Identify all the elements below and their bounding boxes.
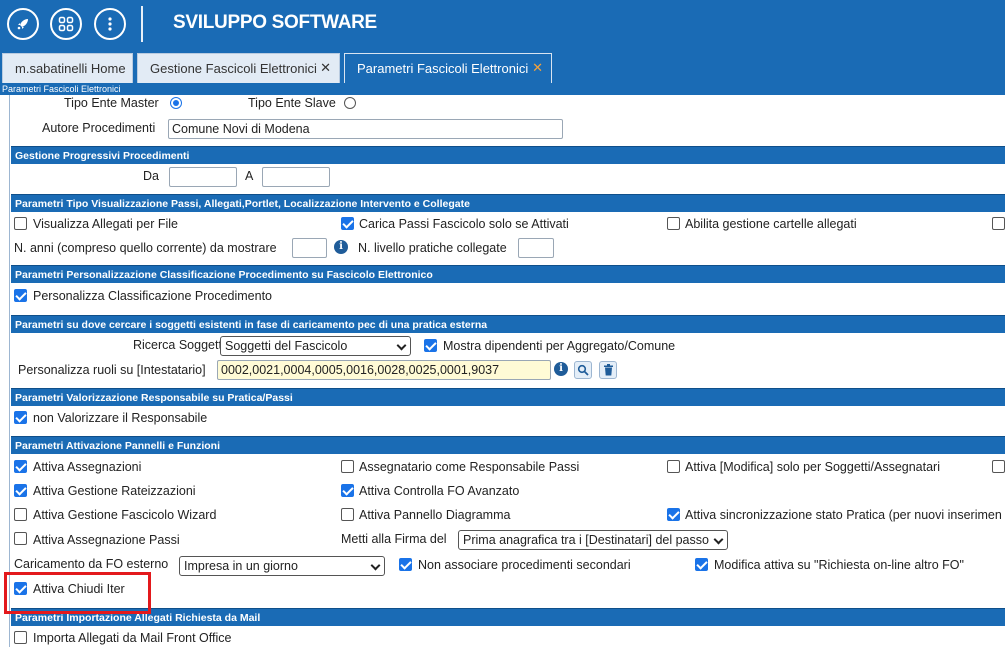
chevron-down-icon bbox=[713, 534, 724, 545]
assegnatario-responsabile-checkbox[interactable] bbox=[341, 460, 354, 473]
tab-home[interactable]: m.sabatinelli Home bbox=[2, 53, 133, 83]
modifica-richiesta-checkbox[interactable] bbox=[695, 558, 708, 571]
attiva-assegnazioni-label: Attiva Assegnazioni bbox=[33, 460, 142, 474]
autore-input[interactable]: Comune Novi di Modena bbox=[168, 119, 563, 139]
tipo-slave-label: Tipo Ente Slave bbox=[248, 96, 336, 110]
sincronizzazione-checkbox[interactable] bbox=[667, 508, 680, 521]
tab-label: m.sabatinelli Home bbox=[15, 61, 126, 76]
rocket-icon[interactable] bbox=[7, 8, 39, 40]
assegnazione-passi-checkbox[interactable] bbox=[14, 532, 27, 545]
tab-bar: m.sabatinelli Home Gestione Fascicoli El… bbox=[0, 48, 1005, 84]
apps-grid-icon[interactable] bbox=[50, 8, 82, 40]
close-icon[interactable]: ✕ bbox=[320, 60, 331, 76]
ruoli-label: Personalizza ruoli su [Intestatario] bbox=[18, 363, 206, 377]
content-border bbox=[9, 95, 10, 647]
pannello-diagramma-label: Attiva Pannello Diagramma bbox=[359, 508, 511, 522]
cartelle-allegati-label: Abilita gestione cartelle allegati bbox=[685, 217, 857, 231]
attiva-rateizzazioni-checkbox[interactable] bbox=[14, 484, 27, 497]
assegnazione-passi-label: Attiva Assegnazione Passi bbox=[33, 533, 180, 547]
da-input[interactable] bbox=[169, 167, 237, 187]
fascicolo-wizard-label: Attiva Gestione Fascicolo Wizard bbox=[33, 508, 217, 522]
controlla-fo-checkbox[interactable] bbox=[341, 484, 354, 497]
info-icon[interactable]: i bbox=[334, 240, 348, 254]
close-icon[interactable]: ✕ bbox=[532, 60, 543, 76]
section-importazione: Parametri Importazione Allegati Richiest… bbox=[11, 608, 1005, 626]
non-associare-checkbox[interactable] bbox=[399, 558, 412, 571]
highlight-box bbox=[4, 572, 151, 614]
cartelle-allegati-checkbox[interactable] bbox=[667, 217, 680, 230]
tipo-master-radio[interactable] bbox=[170, 97, 182, 109]
ruoli-input[interactable]: 0002,0021,0004,0005,0016,0028,0025,0001,… bbox=[217, 360, 551, 380]
non-valorizzare-label: non Valorizzare il Responsabile bbox=[33, 411, 208, 425]
mostra-dipendenti-checkbox[interactable] bbox=[424, 339, 437, 352]
firma-label: Metti alla Firma del bbox=[341, 532, 447, 546]
tab-parametri-fascicoli[interactable]: Parametri Fascicoli Elettronici ✕ bbox=[344, 53, 552, 83]
sincronizzazione-label: Attiva sincronizzazione stato Pratica (p… bbox=[685, 508, 1002, 522]
section-pannelli: Parametri Attivazione Pannelli e Funzion… bbox=[11, 436, 1005, 454]
assegnatario-responsabile-label: Assegnatario come Responsabile Passi bbox=[359, 460, 580, 474]
select-value: Prima anagrafica tra i [Destinatari] del… bbox=[463, 533, 709, 547]
a-label: A bbox=[245, 169, 254, 183]
importa-allegati-checkbox[interactable] bbox=[14, 631, 27, 644]
modifica-richiesta-label: Modifica attiva su "Richiesta on-line al… bbox=[714, 558, 964, 572]
caricamento-select[interactable]: Impresa in un giorno bbox=[179, 556, 385, 576]
caricamento-label: Caricamento da FO esterno bbox=[14, 557, 169, 571]
visualizza-allegati-label: Visualizza Allegati per File bbox=[33, 217, 178, 231]
section-visualizzazione: Parametri Tipo Visualizzazione Passi, Al… bbox=[11, 194, 1005, 212]
controlla-fo-label: Attiva Controlla FO Avanzato bbox=[359, 484, 520, 498]
importa-allegati-label: Importa Allegati da Mail Front Office bbox=[33, 631, 232, 645]
search-icon bbox=[577, 364, 589, 376]
tab-label: Gestione Fascicoli Elettronici bbox=[150, 61, 317, 76]
app-header: SVILUPPO SOFTWARE bbox=[0, 0, 1005, 48]
attiva-modifica-checkbox[interactable] bbox=[667, 460, 680, 473]
search-button[interactable] bbox=[574, 361, 592, 379]
pannello-diagramma-checkbox[interactable] bbox=[341, 508, 354, 521]
mostra-dipendenti-label: Mostra dipendenti per Aggregato/Comune bbox=[443, 339, 676, 353]
section-progressivi: Gestione Progressivi Procedimenti bbox=[11, 146, 1005, 164]
chevron-down-icon bbox=[396, 340, 407, 351]
trash-icon bbox=[603, 364, 613, 376]
livello-label: N. livello pratiche collegate bbox=[358, 241, 507, 255]
ricerca-soggetti-select[interactable]: Soggetti del Fascicolo bbox=[220, 336, 411, 356]
firma-select[interactable]: Prima anagrafica tra i [Destinatari] del… bbox=[458, 530, 728, 550]
anni-input[interactable] bbox=[292, 238, 327, 258]
carica-passi-checkbox[interactable] bbox=[341, 217, 354, 230]
delete-button[interactable] bbox=[599, 361, 617, 379]
fascicolo-wizard-checkbox[interactable] bbox=[14, 508, 27, 521]
carica-passi-label: Carica Passi Fascicolo solo se Attivati bbox=[359, 217, 569, 231]
personalizza-classificazione-checkbox[interactable] bbox=[14, 289, 27, 302]
non-valorizzare-checkbox[interactable] bbox=[14, 411, 27, 424]
livello-input[interactable] bbox=[518, 238, 554, 258]
more-vertical-icon[interactable] bbox=[94, 8, 126, 40]
attiva-rateizzazioni-label: Attiva Gestione Rateizzazioni bbox=[33, 484, 196, 498]
autore-label: Autore Procedimenti bbox=[42, 121, 156, 135]
chevron-down-icon bbox=[370, 560, 381, 571]
personalizza-classificazione-label: Personalizza Classificazione Procediment… bbox=[33, 289, 273, 303]
header-divider bbox=[141, 6, 143, 42]
section-soggetti: Parametri su dove cercare i soggetti esi… bbox=[11, 315, 1005, 333]
tab-label: Parametri Fascicoli Elettronici bbox=[357, 61, 529, 76]
panel-title: Parametri Fascicoli Elettronici bbox=[0, 84, 1005, 95]
extra-checkbox[interactable] bbox=[992, 217, 1005, 230]
da-label: Da bbox=[143, 169, 159, 183]
section-responsabile: Parametri Valorizzazione Responsabile su… bbox=[11, 388, 1005, 406]
tipo-master-label: Tipo Ente Master bbox=[64, 96, 159, 110]
visualizza-allegati-checkbox[interactable] bbox=[14, 217, 27, 230]
info-icon[interactable]: i bbox=[554, 362, 568, 376]
non-associare-label: Non associare procedimenti secondari bbox=[418, 558, 631, 572]
section-classificazione: Parametri Personalizzazione Classificazi… bbox=[11, 265, 1005, 283]
app-title: SVILUPPO SOFTWARE bbox=[173, 12, 377, 33]
anni-label: N. anni (compreso quello corrente) da mo… bbox=[14, 241, 277, 255]
attiva-assegnazioni-checkbox[interactable] bbox=[14, 460, 27, 473]
extra-checkbox[interactable] bbox=[992, 460, 1005, 473]
a-input[interactable] bbox=[262, 167, 330, 187]
tab-gestione-fascicoli[interactable]: Gestione Fascicoli Elettronici ✕ bbox=[137, 53, 340, 83]
select-value: Impresa in un giorno bbox=[184, 559, 298, 573]
ricerca-soggetti-label: Ricerca Soggetti bbox=[133, 338, 225, 352]
attiva-modifica-label: Attiva [Modifica] solo per Soggetti/Asse… bbox=[685, 460, 940, 474]
tipo-slave-radio[interactable] bbox=[344, 97, 356, 109]
select-value: Soggetti del Fascicolo bbox=[225, 339, 348, 353]
